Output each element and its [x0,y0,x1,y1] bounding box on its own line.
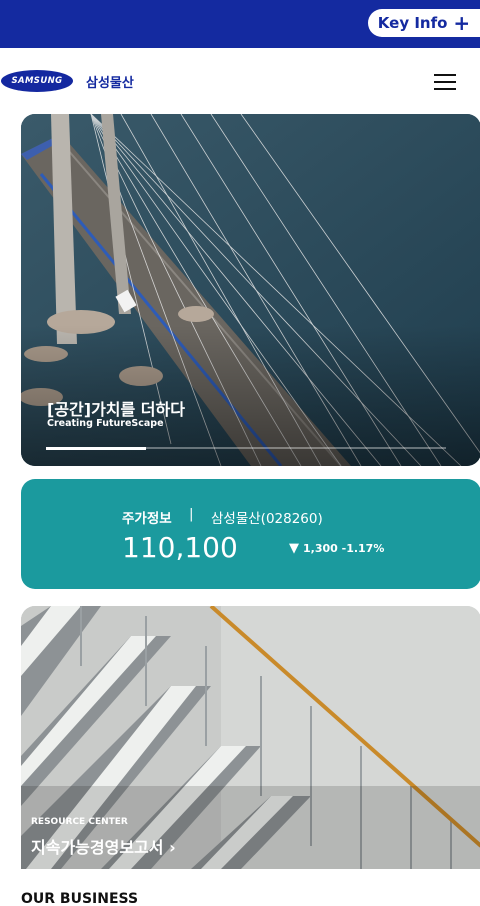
stock-change-value: 1,300 -1.17% [303,542,385,555]
company-name[interactable]: 삼성물산 [86,72,134,91]
down-triangle-icon: ▼ [289,541,299,556]
chevron-right-icon: › [169,838,176,857]
resource-title[interactable]: 지속가능경영보고서 › [31,834,176,858]
top-bar: Key Info + [0,0,480,48]
stock-change: ▼ 1,300 -1.17% [289,541,384,556]
hero-title: [공간]가치를 더하다 [47,400,185,419]
hero-subtitle: Creating FutureScape [47,418,164,429]
key-info-label: Key Info [377,14,448,32]
hero-banner[interactable]: [공간]가치를 더하다 Creating FutureScape [21,114,480,466]
stock-company: 삼성물산(028260) [211,511,323,527]
staircase-image [21,606,480,869]
stock-label: 주가정보 [122,511,172,527]
plus-icon: + [453,11,471,35]
resource-center-card[interactable]: RESOURCE CENTER 지속가능경영보고서 › [21,606,480,869]
key-info-button[interactable]: Key Info + [368,9,480,37]
stock-separator: | [189,506,194,522]
stock-info-card[interactable]: 주가정보 | 삼성물산(028260) 110,100 ▼ 1,300 -1.1… [21,479,480,589]
resource-title-text: 지속가능경영보고서 [31,838,164,857]
hamburger-menu-icon[interactable] [434,74,456,90]
resource-tag: RESOURCE CENTER [31,817,128,827]
our-business-heading: OUR BUSINESS [21,891,139,906]
samsung-logo[interactable]: SAMSUNG [1,70,73,92]
slide-progress-bar[interactable] [46,446,446,450]
slide-progress-fill [46,446,146,450]
stock-price: 110,100 [122,531,238,564]
logo-text: SAMSUNG [11,76,63,86]
site-header: SAMSUNG 삼성물산 [0,48,480,114]
